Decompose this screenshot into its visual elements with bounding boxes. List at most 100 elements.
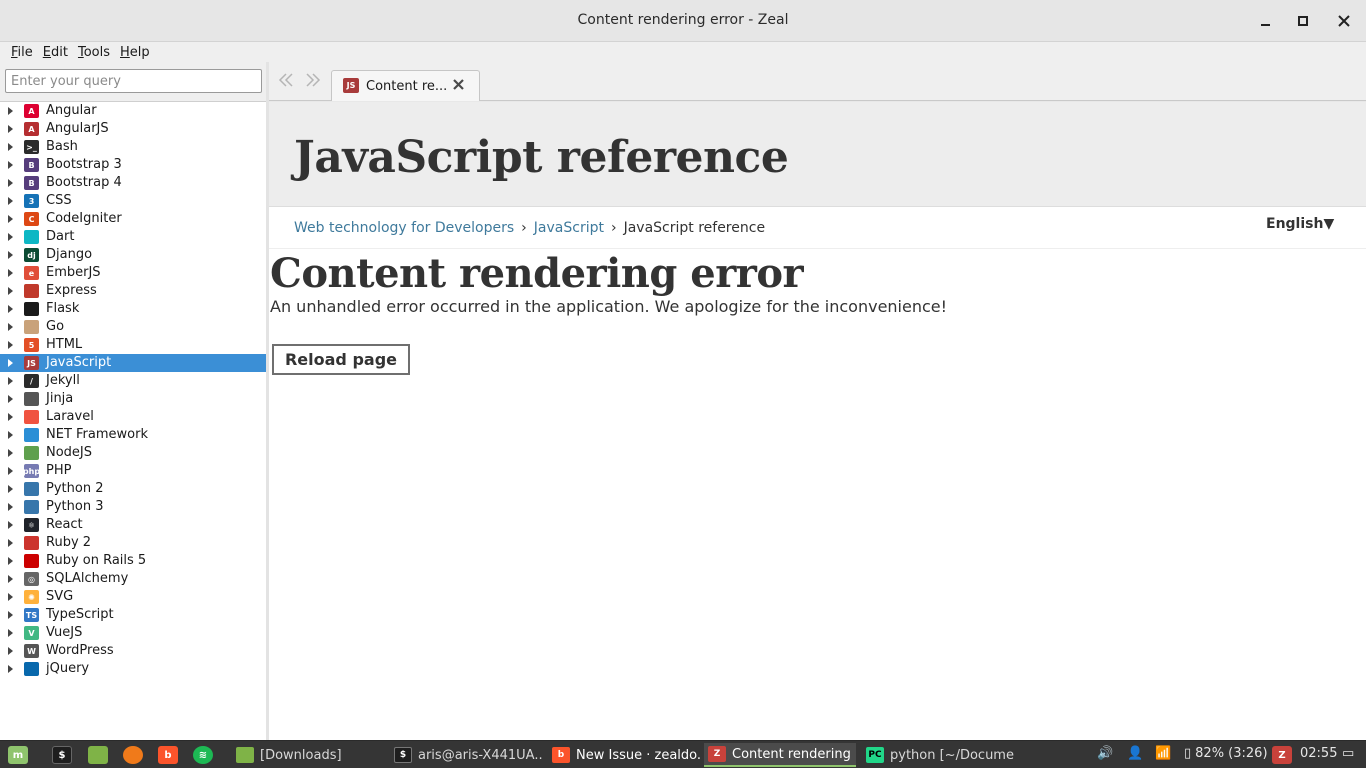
menu-file[interactable]: File [6,45,38,60]
forward-button[interactable] [304,72,322,88]
docset-item[interactable]: JS JavaScript [0,354,266,372]
reload-page-button[interactable]: Reload page [272,344,410,375]
expand-arrow-icon[interactable] [8,305,13,313]
docset-item[interactable]: V VueJS [0,624,266,642]
expand-arrow-icon[interactable] [8,485,13,493]
menu-edit[interactable]: Edit [38,45,73,60]
close-window-button[interactable] [1334,11,1354,31]
tab-content-rendering-error[interactable]: JS Content re... [331,70,480,101]
docset-item[interactable]: Express [0,282,266,300]
expand-arrow-icon[interactable] [8,107,13,115]
expand-arrow-icon[interactable] [8,143,13,151]
expand-arrow-icon[interactable] [8,161,13,169]
docset-item[interactable]: 3 CSS [0,192,266,210]
docset-item[interactable]: e EmberJS [0,264,266,282]
expand-arrow-icon[interactable] [8,467,13,475]
docset-item[interactable]: ✺ SVG [0,588,266,606]
expand-arrow-icon[interactable] [8,395,13,403]
docset-item[interactable]: Python 3 [0,498,266,516]
terminal-launcher-icon[interactable]: $ [52,746,72,764]
docset-item[interactable]: A Angular [0,102,266,120]
docset-item[interactable]: B Bootstrap 3 [0,156,266,174]
volume-icon[interactable]: 🔊 [1097,746,1113,761]
docset-item[interactable]: A AngularJS [0,120,266,138]
expand-arrow-icon[interactable] [8,539,13,547]
docset-label: Django [46,247,93,262]
taskbar-window-zeal[interactable]: Z Content rendering ... [704,743,856,767]
search-input[interactable] [5,69,262,93]
taskbar-window-downloads[interactable]: [Downloads] [232,743,382,767]
spotify-launcher-icon[interactable]: ≋ [193,746,213,764]
expand-arrow-icon[interactable] [8,647,13,655]
docset-item[interactable]: W WordPress [0,642,266,660]
docset-item[interactable]: Go [0,318,266,336]
expand-arrow-icon[interactable] [8,359,13,367]
docset-item[interactable]: Dart [0,228,266,246]
expand-arrow-icon[interactable] [8,431,13,439]
back-button[interactable] [277,72,295,88]
brave-launcher-icon[interactable]: b [158,746,178,764]
taskbar-window-terminal[interactable]: $ aris@aris-X441UA... [390,743,542,767]
firefox-launcher-icon[interactable] [123,746,143,764]
docset-item[interactable]: TS TypeScript [0,606,266,624]
expand-arrow-icon[interactable] [8,323,13,331]
maximize-button[interactable] [1293,11,1313,31]
expand-arrow-icon[interactable] [8,377,13,385]
language-selector[interactable]: English▼ [1266,216,1334,232]
docset-item[interactable]: ◎ SQLAlchemy [0,570,266,588]
expand-arrow-icon[interactable] [8,251,13,259]
docset-item[interactable]: NET Framework [0,426,266,444]
docset-item[interactable]: C CodeIgniter [0,210,266,228]
expand-arrow-icon[interactable] [8,269,13,277]
docset-item[interactable]: NodeJS [0,444,266,462]
expand-arrow-icon[interactable] [8,197,13,205]
expand-arrow-icon[interactable] [8,179,13,187]
breadcrumb-link-javascript[interactable]: JavaScript [534,220,604,236]
docset-item[interactable]: jQuery [0,660,266,678]
user-icon[interactable]: 👤 [1127,746,1143,761]
docset-item[interactable]: Laravel [0,408,266,426]
docset-item[interactable]: B Bootstrap 4 [0,174,266,192]
wifi-icon[interactable]: 📶 [1155,746,1171,761]
expand-arrow-icon[interactable] [8,215,13,223]
mint-menu-icon[interactable]: m [8,746,28,764]
docset-item[interactable]: Python 2 [0,480,266,498]
expand-arrow-icon[interactable] [8,287,13,295]
expand-arrow-icon[interactable] [8,413,13,421]
expand-arrow-icon[interactable] [8,521,13,529]
expand-arrow-icon[interactable] [8,593,13,601]
tab-close-button[interactable] [450,77,466,93]
clock[interactable]: 02:55 [1300,746,1337,761]
battery-indicator[interactable]: ▯ 82% (3:26) [1184,746,1268,761]
taskbar-window-brave[interactable]: b New Issue · zealdo... [548,743,700,767]
expand-arrow-icon[interactable] [8,629,13,637]
docset-item[interactable]: dj Django [0,246,266,264]
expand-arrow-icon[interactable] [8,557,13,565]
docset-item[interactable]: Ruby on Rails 5 [0,552,266,570]
docset-item[interactable]: >_ Bash [0,138,266,156]
docset-item[interactable]: Ruby 2 [0,534,266,552]
expand-arrow-icon[interactable] [8,449,13,457]
docset-item[interactable]: / Jekyll [0,372,266,390]
expand-arrow-icon[interactable] [8,125,13,133]
expand-arrow-icon[interactable] [8,611,13,619]
expand-arrow-icon[interactable] [8,233,13,241]
taskbar-window-pycharm[interactable]: PC python [~/Docume... [862,743,1014,767]
expand-arrow-icon[interactable] [8,503,13,511]
expand-arrow-icon[interactable] [8,665,13,673]
docset-label: HTML [46,337,83,352]
docset-item[interactable]: ⚛ React [0,516,266,534]
minimize-button[interactable] [1255,11,1275,31]
expand-arrow-icon[interactable] [8,575,13,583]
show-desktop-icon[interactable]: ▭ [1342,746,1354,761]
docset-item[interactable]: Jinja [0,390,266,408]
menu-help[interactable]: Help [115,45,155,60]
menu-tools[interactable]: Tools [73,45,115,60]
docset-item[interactable]: php PHP [0,462,266,480]
zeal-tray-icon[interactable]: Z [1272,746,1292,764]
files-launcher-icon[interactable] [88,746,108,764]
expand-arrow-icon[interactable] [8,341,13,349]
docset-item[interactable]: 5 HTML [0,336,266,354]
docset-item[interactable]: Flask [0,300,266,318]
breadcrumb-link-web-technology[interactable]: Web technology for Developers [294,220,514,236]
